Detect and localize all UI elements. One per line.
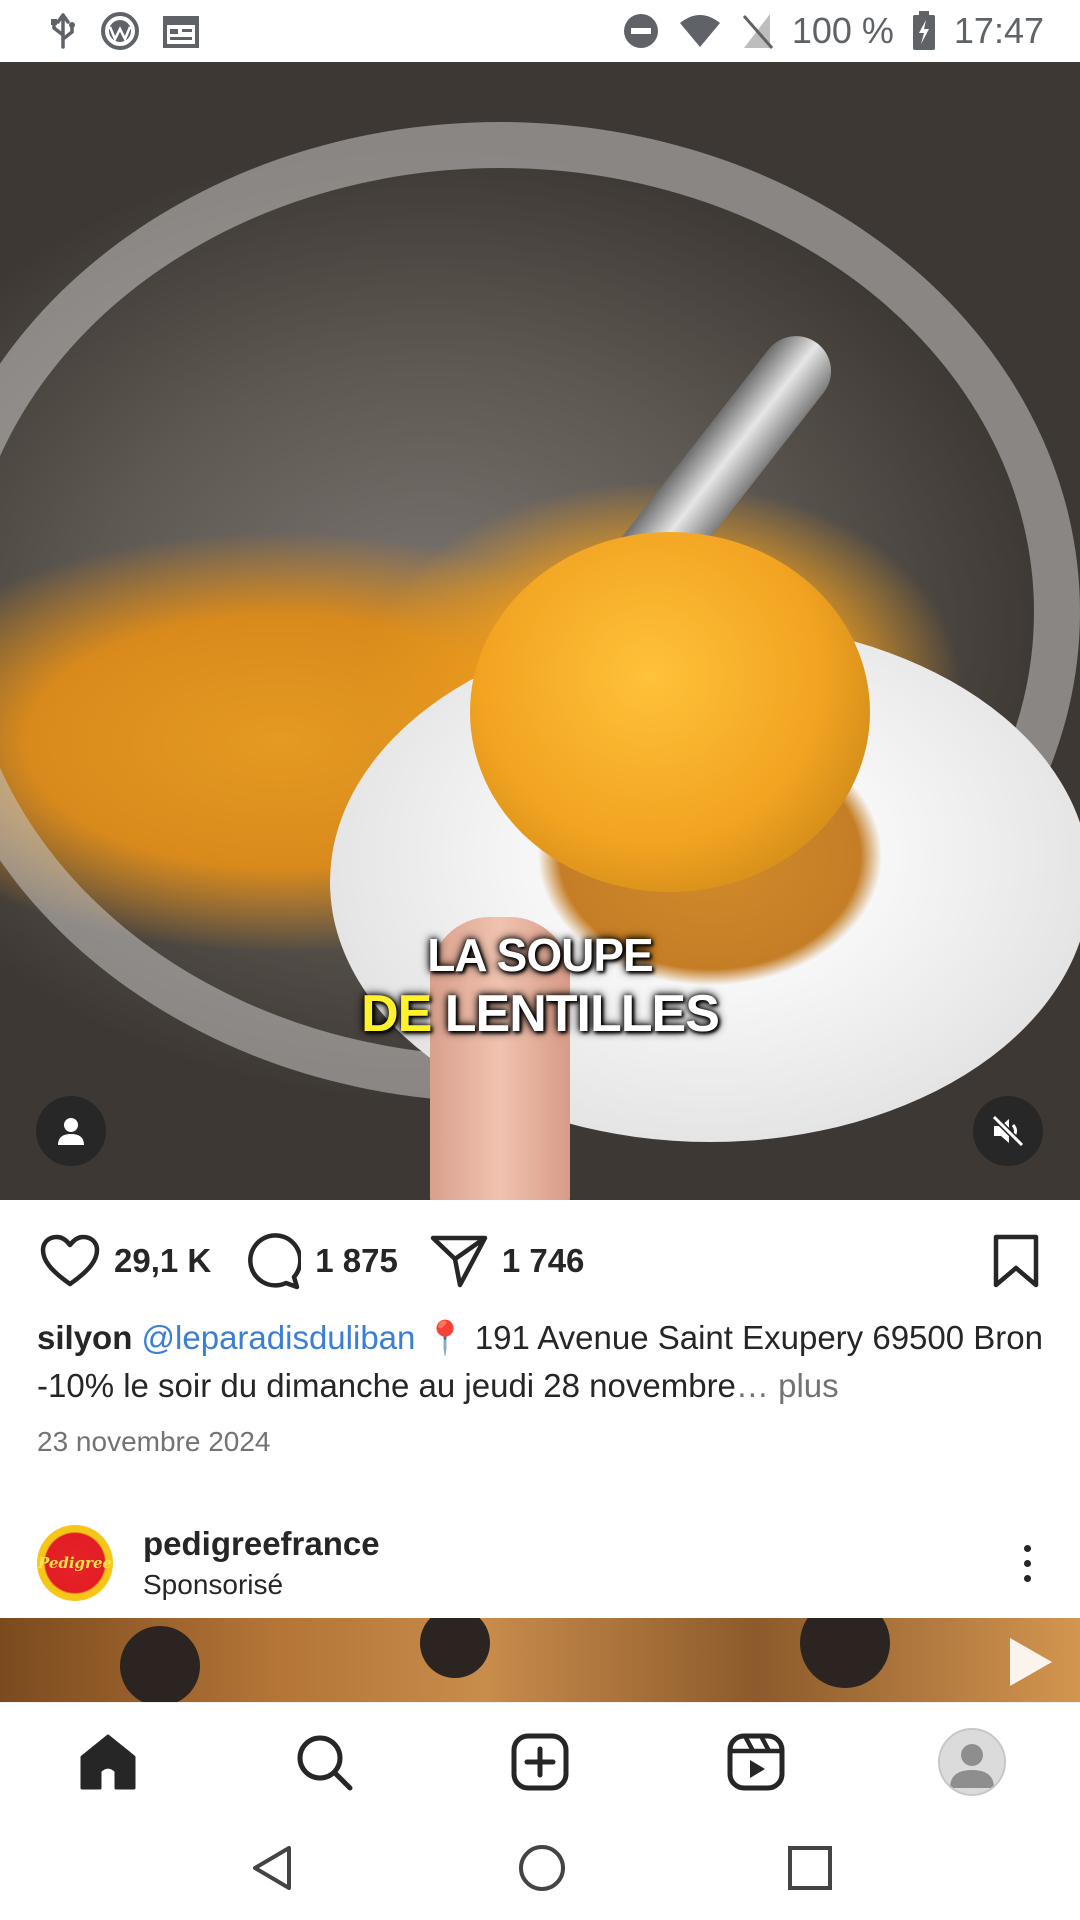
- bottom-navigation: [0, 1702, 1080, 1820]
- home-button[interactable]: [517, 1843, 567, 1898]
- overlay-title-line1: LA SOUPE: [427, 929, 653, 981]
- sponsored-media-preview[interactable]: [0, 1618, 1080, 1702]
- recents-button[interactable]: [787, 1845, 833, 1896]
- calendar-icon: [162, 13, 200, 49]
- nav-home[interactable]: [68, 1722, 148, 1802]
- nav-create[interactable]: [500, 1722, 580, 1802]
- ladle: [470, 532, 870, 892]
- post-date: 23 novembre 2024: [37, 1426, 271, 1457]
- save-button[interactable]: [992, 1234, 1040, 1288]
- media-shape: [120, 1626, 200, 1702]
- media-shape: [420, 1618, 490, 1678]
- post-actions: 29,1 K 1 875 1 746: [0, 1200, 1080, 1322]
- system-navigation: [0, 1820, 1080, 1920]
- search-icon: [297, 1735, 353, 1790]
- status-time: 17:47: [953, 10, 1044, 51]
- status-right: 100 % 17:47: [622, 10, 1044, 52]
- nav-reels[interactable]: [716, 1722, 796, 1802]
- battery-percent: 100 %: [791, 10, 894, 51]
- home-circle-icon: [519, 1844, 565, 1891]
- home-icon: [80, 1734, 136, 1789]
- person-icon: [58, 1118, 84, 1145]
- caption-mention[interactable]: @leparadisduliban: [142, 1319, 416, 1356]
- browser-icon: [100, 11, 140, 51]
- menu-dot: [1024, 1559, 1031, 1567]
- bookmark-icon: [993, 1234, 1039, 1288]
- no-sim-icon: [740, 12, 774, 50]
- play-icon: [1010, 1638, 1052, 1686]
- usb-icon: [48, 13, 78, 49]
- send-icon: [430, 1235, 488, 1288]
- status-left: [48, 11, 200, 51]
- caption-username[interactable]: silyon: [37, 1319, 132, 1356]
- default-avatar-icon: [950, 1743, 994, 1788]
- share-action[interactable]: 1 746: [430, 1234, 585, 1288]
- nav-profile[interactable]: [932, 1722, 1012, 1802]
- status-bar: 100 % 17:47: [0, 0, 1080, 62]
- more-options-icon[interactable]: [1012, 1535, 1043, 1592]
- overlay-title-line2: DE LENTILLES: [0, 984, 1080, 1044]
- nav-search[interactable]: [284, 1722, 364, 1802]
- menu-dot: [1024, 1544, 1031, 1552]
- overlay-title-rest: LENTILLES: [444, 985, 720, 1043]
- battery-charging-icon: [912, 11, 936, 51]
- wifi-icon: [678, 13, 722, 49]
- back-icon: [253, 1845, 291, 1890]
- tagged-accounts-button[interactable]: [36, 1096, 106, 1166]
- mute-button[interactable]: [973, 1096, 1043, 1166]
- post-caption: silyon @leparadisduliban 📍 191 Avenue Sa…: [37, 1314, 1047, 1410]
- like-count: 29,1 K: [114, 1242, 212, 1279]
- like-action[interactable]: 29,1 K: [40, 1234, 211, 1288]
- sponsor-account-name[interactable]: pedigreefrance: [143, 1525, 380, 1563]
- menu-dot: [1024, 1574, 1031, 1582]
- create-icon: [511, 1733, 569, 1790]
- media-shape: [800, 1618, 890, 1688]
- profile-avatar: [938, 1727, 1006, 1796]
- do-not-disturb-icon: [622, 12, 660, 50]
- sponsored-label: Sponsorisé: [143, 1569, 284, 1600]
- pin-emoji: 📍: [424, 1319, 466, 1356]
- sponsored-post-header: Pedigree pedigreefrance Sponsorisé: [0, 1508, 1080, 1618]
- post-media[interactable]: LA SOUPE DE LENTILLES: [0, 62, 1080, 1200]
- recents-icon: [788, 1845, 832, 1890]
- caption-more-link[interactable]: plus: [778, 1367, 839, 1404]
- caption-ellipsis: …: [735, 1367, 769, 1404]
- reels-icon: [727, 1733, 785, 1790]
- speaker-muted-icon: [991, 1114, 1025, 1148]
- sponsor-logo-text: Pedigree: [37, 1554, 113, 1572]
- back-button[interactable]: [247, 1843, 297, 1898]
- comment-icon: [248, 1233, 302, 1290]
- sponsor-avatar[interactable]: Pedigree: [37, 1525, 113, 1601]
- share-count: 1 746: [501, 1242, 585, 1279]
- comment-count: 1 875: [315, 1242, 398, 1279]
- heart-icon: [40, 1234, 100, 1287]
- comment-action[interactable]: 1 875: [243, 1232, 398, 1290]
- overlay-highlight-word: DE: [361, 985, 432, 1043]
- sponsor-info: pedigreefrance Sponsorisé: [143, 1525, 380, 1601]
